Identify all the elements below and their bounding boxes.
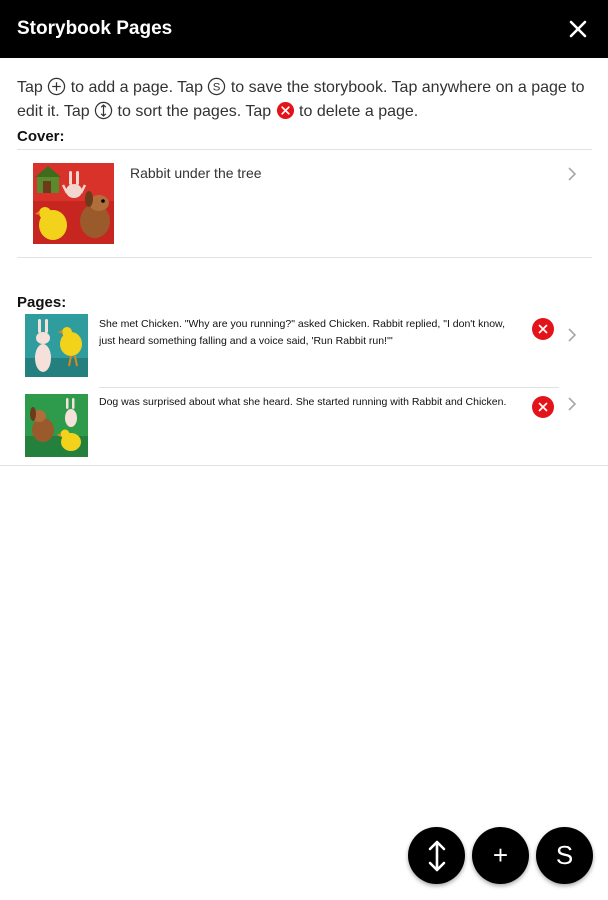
delete-page-button[interactable] [532, 318, 554, 340]
instructions-part: to sort the pages. Tap [113, 103, 276, 120]
divider [99, 387, 559, 388]
save-storybook-button[interactable]: S [536, 827, 593, 884]
delete-icon [538, 402, 548, 412]
close-button[interactable] [564, 15, 592, 43]
page-illustration [25, 314, 88, 377]
add-icon: + [492, 840, 509, 870]
page-thumbnail [25, 314, 88, 377]
divider [0, 465, 608, 466]
sort-pages-button[interactable] [408, 827, 465, 884]
add-page-button[interactable]: + [472, 827, 529, 884]
instructions-text: Tap to add a page. Tap S to save the sto… [17, 76, 592, 124]
page-text-line: She met Chicken. "Why are you running?" … [99, 318, 505, 330]
delete-page-button[interactable] [532, 396, 554, 418]
chevron-right-icon [568, 167, 577, 181]
page-item-2[interactable]: Dog was surprised about what she heard. … [17, 390, 592, 462]
sort-arrows-icon [428, 840, 445, 871]
save-circle-icon: S [208, 77, 226, 96]
instructions-part: to add a page. Tap [66, 79, 208, 96]
svg-text:S: S [213, 82, 221, 94]
cover-title: Rabbit under the tree [130, 165, 262, 181]
page-text-line: just heard something falling and a voice… [99, 335, 393, 347]
pages-label: Pages: [17, 294, 67, 311]
chevron-right-icon [568, 328, 577, 342]
instructions-part: Tap [17, 79, 48, 96]
chevron-right-icon [568, 397, 577, 411]
sort-circle-icon [94, 101, 113, 120]
close-icon [569, 20, 587, 38]
cover-item[interactable]: Rabbit under the tree [17, 150, 592, 258]
instructions-part: to delete a page. [294, 103, 419, 120]
page-title: Storybook Pages [17, 18, 173, 39]
add-circle-icon [48, 77, 66, 96]
divider [17, 257, 592, 258]
cover-thumbnail [33, 163, 114, 244]
delete-icon [538, 324, 548, 334]
page-text: She met Chicken. "Why are you running?" … [99, 316, 537, 350]
cover-illustration [33, 163, 114, 244]
page-text: Dog was surprised about what she heard. … [99, 394, 537, 411]
delete-circle-icon [276, 101, 294, 120]
page-illustration [25, 394, 88, 457]
save-icon: S [555, 840, 574, 870]
app-bar: Storybook Pages [0, 0, 608, 58]
page-item-1[interactable]: She met Chicken. "Why are you running?" … [17, 312, 592, 384]
page-thumbnail [25, 394, 88, 457]
cover-label: Cover: [17, 128, 65, 145]
page-text-line: Dog was surprised about what she heard. … [99, 396, 507, 408]
